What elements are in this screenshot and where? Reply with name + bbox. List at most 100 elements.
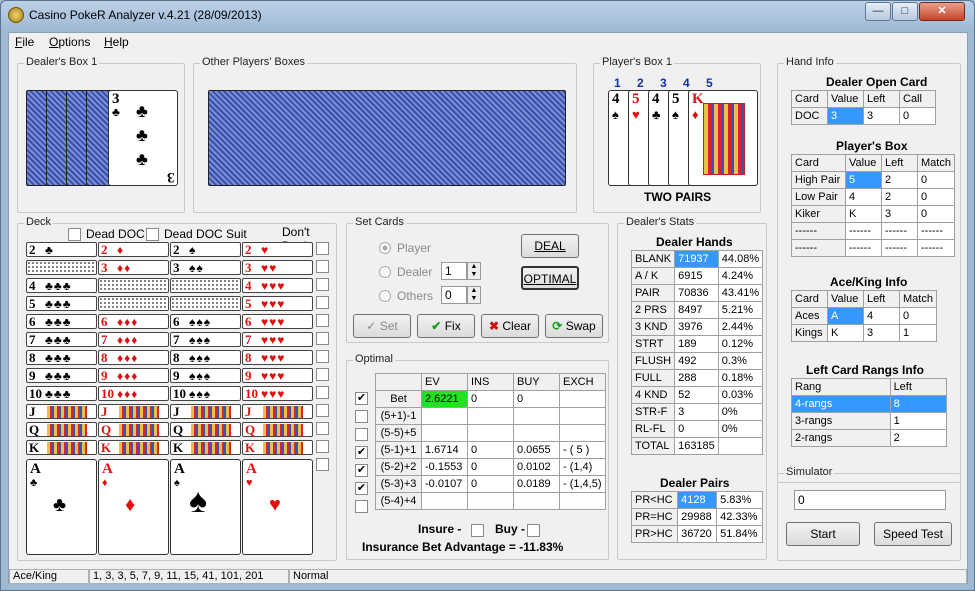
dont-deal-checkbox[interactable] <box>316 314 329 327</box>
deck-card[interactable] <box>170 278 241 293</box>
dont-deal-checkbox[interactable] <box>316 296 329 309</box>
minimize-button[interactable]: — <box>865 2 891 21</box>
menu-file[interactable]: File <box>15 35 34 49</box>
dont-deal-checkbox[interactable] <box>316 386 329 399</box>
deck-card[interactable]: 7 ♣♣♣ <box>26 332 97 347</box>
deck-card[interactable]: J <box>98 404 169 419</box>
deck-card[interactable]: K <box>242 440 313 455</box>
simulator-count-field[interactable]: 0 <box>794 490 946 510</box>
deck-card[interactable]: Q <box>242 422 313 437</box>
dont-deal-checkbox[interactable] <box>316 404 329 417</box>
deck-card[interactable]: 8 ♥♥♥ <box>242 350 313 365</box>
others-radio[interactable] <box>379 290 391 302</box>
deck-card[interactable]: Q <box>26 422 97 437</box>
deck-card[interactable] <box>98 278 169 293</box>
deck-card[interactable]: 6 ♠♠♠ <box>170 314 241 329</box>
dont-deal-checkbox[interactable] <box>316 440 329 453</box>
deck-card[interactable]: 7 ♠♠♠ <box>170 332 241 347</box>
deck-card[interactable] <box>170 296 241 311</box>
deck-card[interactable]: 8 ♠♠♠ <box>170 350 241 365</box>
swap-button[interactable]: ⟳ Swap <box>545 314 603 338</box>
deck-card[interactable]: J <box>242 404 313 419</box>
deck-card[interactable]: K <box>170 440 241 455</box>
dont-deal-checkbox[interactable] <box>316 278 329 291</box>
optimal-row-label[interactable]: Bet <box>375 390 422 408</box>
dealer-number-field[interactable]: 1 <box>441 262 467 280</box>
optimal-row-checkbox[interactable] <box>355 410 368 423</box>
start-button[interactable]: Start <box>786 522 860 546</box>
menu-options[interactable]: Options <box>49 35 90 49</box>
optimal-row-label[interactable]: (5+1)-1 <box>375 407 422 425</box>
deck-card[interactable]: 7 ♦♦♦ <box>98 332 169 347</box>
player-radio[interactable] <box>379 242 391 254</box>
insure-checkbox[interactable] <box>471 524 484 537</box>
deck-card[interactable]: 10 ♥♥♥ <box>242 386 313 401</box>
optimal-row-checkbox[interactable]: ✔ <box>355 482 368 495</box>
deck-card[interactable]: 3 ♠♠ <box>170 260 241 275</box>
dead-doc-checkbox[interactable] <box>68 228 81 241</box>
deck-card[interactable]: 3 ♦♦ <box>98 260 169 275</box>
deck-card[interactable]: K <box>98 440 169 455</box>
dont-deal-checkbox[interactable] <box>316 260 329 273</box>
optimal-button[interactable]: OPTIMAL <box>521 266 579 290</box>
dead-doc-suit-checkbox[interactable] <box>146 228 159 241</box>
speed-test-button[interactable]: Speed Test <box>874 522 952 546</box>
player-card-5[interactable]: K ♦ <box>688 90 758 186</box>
close-button[interactable]: ✕ <box>919 2 965 21</box>
deck-card[interactable]: 6 ♦♦♦ <box>98 314 169 329</box>
deck-card[interactable] <box>26 260 97 275</box>
others-number-field[interactable]: 0 <box>441 286 467 304</box>
deck-ace-card[interactable]: A ♦ ♦ <box>98 459 169 555</box>
dealer-spin-buttons[interactable]: ▲ ▼ <box>467 262 481 280</box>
deck-card[interactable]: 10 ♦♦♦ <box>98 386 169 401</box>
deck-card[interactable]: 5 ♣♣♣ <box>26 296 97 311</box>
dont-deal-checkbox[interactable] <box>316 350 329 363</box>
deck-card[interactable]: 3 ♥♥ <box>242 260 313 275</box>
dont-deal-checkbox[interactable] <box>316 368 329 381</box>
deck-card[interactable]: 2 ♠ <box>170 242 241 257</box>
optimal-row-checkbox[interactable] <box>355 428 368 441</box>
deck-card[interactable] <box>98 296 169 311</box>
deck-card[interactable]: 10 ♠♠♠ <box>170 386 241 401</box>
deck-card[interactable]: J <box>26 404 97 419</box>
deck-card[interactable]: 4 ♥♥♥ <box>242 278 313 293</box>
dealer-open-card[interactable]: 3 ♣ ♣ ♣ ♣ 3 <box>108 90 178 186</box>
deck-card[interactable]: Q <box>170 422 241 437</box>
deck-ace-card[interactable]: A ♣ ♣ <box>26 459 97 555</box>
optimal-row-label[interactable]: (5-2)+2 <box>375 458 422 476</box>
deck-ace-card[interactable]: A ♥ ♥ <box>242 459 313 555</box>
deck-card[interactable]: 9 ♠♠♠ <box>170 368 241 383</box>
deck-card[interactable]: 5 ♥♥♥ <box>242 296 313 311</box>
deck-card[interactable]: 6 ♥♥♥ <box>242 314 313 329</box>
deck-card[interactable]: K <box>26 440 97 455</box>
optimal-row-label[interactable]: (5-4)+4 <box>375 492 422 510</box>
optimal-row-checkbox[interactable]: ✔ <box>355 446 368 459</box>
optimal-row-checkbox[interactable]: ✔ <box>355 464 368 477</box>
deck-card[interactable]: Q <box>98 422 169 437</box>
deck-card[interactable]: J <box>170 404 241 419</box>
deck-card[interactable]: 2 ♦ <box>98 242 169 257</box>
maximize-button[interactable]: □ <box>892 2 918 21</box>
dont-deal-checkbox[interactable] <box>316 422 329 435</box>
deck-card[interactable]: 9 ♦♦♦ <box>98 368 169 383</box>
deck-ace-card[interactable]: A ♠ ♠ <box>170 459 241 555</box>
deck-card[interactable]: 8 ♣♣♣ <box>26 350 97 365</box>
deck-card[interactable]: 10 ♣♣♣ <box>26 386 97 401</box>
deal-button[interactable]: DEAL <box>521 234 579 258</box>
others-spin-buttons[interactable]: ▲ ▼ <box>467 286 481 304</box>
buy-checkbox[interactable] <box>527 524 540 537</box>
dont-deal-checkbox[interactable] <box>316 332 329 345</box>
deck-card[interactable]: 4 ♣♣♣ <box>26 278 97 293</box>
menu-help[interactable]: Help <box>104 35 129 49</box>
fix-button[interactable]: ✔ Fix <box>417 314 475 338</box>
deck-card[interactable]: 7 ♥♥♥ <box>242 332 313 347</box>
set-button[interactable]: ✓ Set <box>353 314 411 338</box>
optimal-row-label[interactable]: (5-5)+5 <box>375 424 422 442</box>
dont-deal-checkbox[interactable] <box>316 458 329 471</box>
deck-card[interactable]: 9 ♣♣♣ <box>26 368 97 383</box>
dont-deal-checkbox[interactable] <box>316 242 329 255</box>
optimal-row-label[interactable]: (5-3)+3 <box>375 475 422 493</box>
dealer-radio[interactable] <box>379 266 391 278</box>
optimal-row-checkbox[interactable]: ✔ <box>355 392 368 405</box>
deck-card[interactable]: 6 ♣♣♣ <box>26 314 97 329</box>
